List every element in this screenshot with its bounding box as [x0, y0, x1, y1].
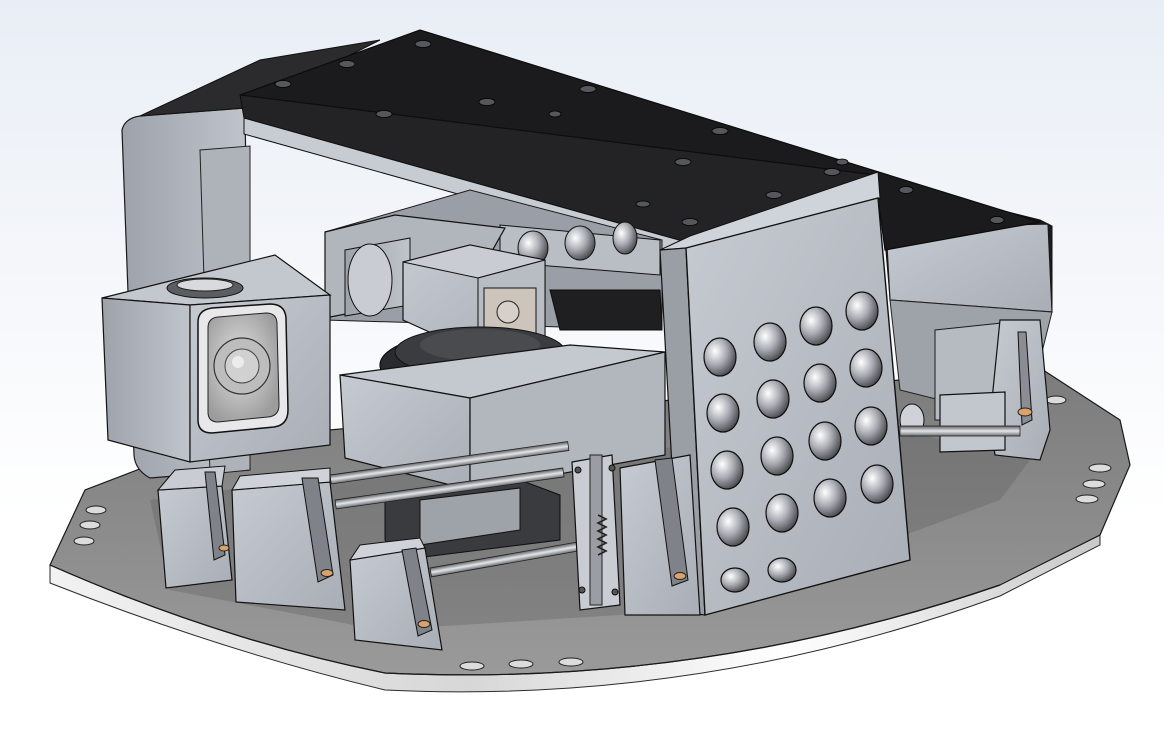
- screw-icon: [765, 191, 783, 199]
- screw-icon: [674, 158, 692, 166]
- base-plate-hole: [1082, 479, 1106, 489]
- vent-hole: [849, 348, 883, 388]
- clamp-block: [156, 465, 233, 589]
- vent-hole: [706, 393, 740, 433]
- screw-icon: [579, 85, 597, 93]
- vent-hole: [854, 406, 888, 446]
- vent-hole: [703, 337, 737, 377]
- vent-hole: [756, 379, 790, 419]
- cad-viewport: [0, 0, 1164, 737]
- base-plate-hole: [1088, 463, 1112, 473]
- screw-icon: [835, 158, 849, 166]
- base-plate-hole: [79, 520, 101, 530]
- base-plate-hole: [73, 536, 95, 546]
- vent-hole: [813, 478, 847, 518]
- vent-hole: [720, 567, 750, 593]
- hinge: [571, 454, 621, 611]
- screw-icon: [548, 110, 562, 118]
- base-plate-hole: [85, 505, 107, 515]
- vent-hole: [767, 557, 797, 583]
- screw-icon: [823, 168, 841, 176]
- clamp-block: [231, 467, 346, 611]
- base-plate-hole: [558, 657, 584, 667]
- vent-hole: [799, 306, 833, 346]
- base-plate-hole: [1045, 395, 1067, 405]
- screw-icon: [635, 200, 651, 208]
- screw-icon: [989, 216, 1005, 224]
- screw-icon: [711, 127, 729, 135]
- clamp-block: [619, 454, 701, 616]
- screw-icon: [681, 218, 699, 226]
- cad-render: [49, 29, 1131, 693]
- screw-icon: [414, 40, 432, 48]
- vent-hole: [710, 450, 744, 490]
- screw-icon: [898, 186, 914, 194]
- base-plate-hole: [459, 661, 485, 671]
- base-plate-hole: [1075, 494, 1099, 504]
- base-plate-hole: [508, 659, 534, 669]
- screw-icon: [375, 110, 393, 118]
- screw-icon: [338, 60, 356, 68]
- vent-hole: [765, 493, 799, 533]
- vent-hole: [803, 363, 837, 403]
- screw-icon: [478, 98, 496, 106]
- vent-hole: [753, 322, 787, 362]
- screw-icon: [274, 80, 292, 88]
- vented-side-panel: [659, 171, 911, 616]
- vent-hole: [845, 291, 879, 331]
- vent-hole: [760, 436, 794, 476]
- vent-hole: [808, 421, 842, 461]
- vent-hole: [860, 464, 894, 504]
- vent-hole: [716, 507, 750, 547]
